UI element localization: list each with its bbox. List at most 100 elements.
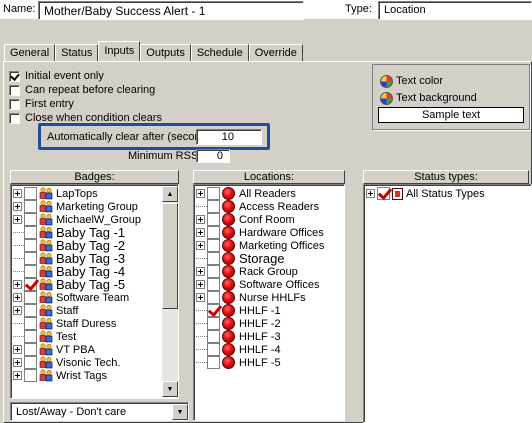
tree-item-checkbox[interactable] bbox=[207, 265, 220, 278]
tree-item-checkbox[interactable] bbox=[24, 213, 37, 226]
tree-item[interactable]: Nurse HHLFs bbox=[196, 291, 342, 304]
first-entry-option[interactable]: First entry bbox=[9, 97, 162, 111]
expand-plus-icon[interactable] bbox=[196, 293, 205, 302]
tree-item-checkbox[interactable] bbox=[377, 187, 390, 200]
tree-item[interactable]: Staff Duress bbox=[13, 317, 161, 330]
tree-item[interactable]: Rack Group bbox=[196, 265, 342, 278]
tab-inputs[interactable]: Inputs bbox=[98, 41, 141, 61]
expand-plus-icon[interactable] bbox=[13, 189, 22, 198]
expand-plus-icon[interactable] bbox=[196, 215, 205, 224]
tree-item[interactable]: All Readers bbox=[196, 187, 342, 200]
tab-schedule[interactable]: Schedule bbox=[190, 44, 249, 61]
expand-plus-icon[interactable] bbox=[13, 371, 22, 380]
min-rssi-input[interactable]: 0 bbox=[196, 149, 230, 163]
initial-event-only-option[interactable]: Initial event only bbox=[9, 69, 162, 83]
tree-item-checkbox[interactable] bbox=[24, 226, 37, 239]
tree-item[interactable]: Test bbox=[13, 330, 161, 343]
badge-state-dropdown[interactable]: Lost/Away - Don't care bbox=[10, 402, 189, 421]
tree-item-checkbox[interactable] bbox=[207, 187, 220, 200]
scroll-thumb[interactable] bbox=[162, 203, 178, 309]
text-color-button[interactable]: Text color bbox=[380, 74, 443, 88]
locations-list[interactable]: All Readers Access Readers Conf Room Hardwa… bbox=[196, 186, 342, 419]
scroll-up-icon[interactable]: ▲ bbox=[162, 186, 178, 202]
tab-strip: General Status Inputs Outputs Schedule O… bbox=[4, 41, 303, 61]
tree-item-checkbox[interactable] bbox=[24, 369, 37, 382]
tree-item[interactable]: Hardware Offices bbox=[196, 226, 342, 239]
badges-list[interactable]: LapTops Marketing Group MichaelW_Group Baby… bbox=[13, 186, 161, 397]
tree-item-checkbox[interactable] bbox=[207, 213, 220, 226]
expand-plus-icon[interactable] bbox=[13, 215, 22, 224]
tree-item-checkbox[interactable] bbox=[24, 278, 37, 291]
initial-event-only-checkbox[interactable] bbox=[9, 70, 20, 82]
tree-item-checkbox[interactable] bbox=[207, 291, 220, 304]
tree-item[interactable]: Storage bbox=[196, 251, 342, 266]
tree-item-checkbox[interactable] bbox=[24, 356, 37, 369]
scroll-down-icon[interactable]: ▼ bbox=[162, 381, 178, 397]
tree-item[interactable]: Software Offices bbox=[196, 278, 342, 291]
tree-item[interactable]: VT PBA bbox=[13, 343, 161, 356]
auto-clear-input[interactable]: 10 bbox=[196, 129, 262, 145]
tab-override[interactable]: Override bbox=[248, 44, 303, 61]
tree-item[interactable]: All Status Types bbox=[366, 187, 530, 200]
tree-item-checkbox[interactable] bbox=[24, 187, 37, 200]
expand-plus-icon[interactable] bbox=[196, 189, 205, 198]
chevron-down-icon[interactable]: ▼ bbox=[172, 404, 188, 420]
tree-item-checkbox[interactable] bbox=[24, 343, 37, 356]
expand-plus-icon[interactable] bbox=[196, 280, 205, 289]
can-repeat-option[interactable]: Can repeat before clearing bbox=[9, 83, 162, 97]
tree-item-checkbox[interactable] bbox=[24, 291, 37, 304]
tree-item-checkbox[interactable] bbox=[207, 226, 220, 239]
expand-plus-icon[interactable] bbox=[13, 306, 22, 315]
expand-plus-icon[interactable] bbox=[366, 189, 375, 198]
tree-item-checkbox[interactable] bbox=[207, 304, 220, 317]
first-entry-checkbox[interactable] bbox=[9, 98, 20, 110]
tree-item-checkbox[interactable] bbox=[207, 200, 220, 213]
close-when-clears-checkbox[interactable] bbox=[9, 112, 20, 124]
tree-item-checkbox[interactable] bbox=[207, 239, 220, 252]
expand-plus-icon[interactable] bbox=[13, 293, 22, 302]
expand-plus-icon[interactable] bbox=[196, 267, 205, 276]
expand-plus-icon[interactable] bbox=[13, 202, 22, 211]
tree-item-checkbox[interactable] bbox=[24, 200, 37, 213]
name-field[interactable]: Mother/Baby Success Alert - 1 bbox=[38, 1, 304, 20]
tree-item-checkbox[interactable] bbox=[207, 330, 220, 343]
expand-plus-icon[interactable] bbox=[196, 228, 205, 237]
type-field[interactable]: Location bbox=[378, 1, 532, 20]
tree-item[interactable]: Conf Room bbox=[196, 213, 342, 226]
tree-item[interactable]: HHLF -2 bbox=[196, 317, 342, 330]
tree-item[interactable]: Marketing Group bbox=[13, 200, 161, 213]
tree-item[interactable]: Staff bbox=[13, 304, 161, 317]
tree-item[interactable]: LapTops bbox=[13, 187, 161, 200]
expand-plus-icon[interactable] bbox=[13, 358, 22, 367]
tree-item-checkbox[interactable] bbox=[207, 356, 220, 369]
tree-item[interactable]: Access Readers bbox=[196, 200, 342, 213]
tree-item[interactable]: HHLF -3 bbox=[196, 330, 342, 343]
expand-plus-icon[interactable] bbox=[13, 345, 22, 354]
tree-item[interactable]: Wrist Tags bbox=[13, 369, 161, 382]
status-types-list[interactable]: All Status Types bbox=[366, 186, 530, 421]
tree-item[interactable]: Visonic Tech. bbox=[13, 356, 161, 369]
tree-item-checkbox[interactable] bbox=[24, 239, 37, 252]
tree-item-checkbox[interactable] bbox=[24, 317, 37, 330]
text-background-button[interactable]: Text background bbox=[380, 91, 477, 105]
tree-item[interactable]: Baby Tag -5 bbox=[13, 277, 161, 292]
badges-scrollbar[interactable]: ▲ ▼ bbox=[162, 186, 178, 397]
tree-item-checkbox[interactable] bbox=[24, 304, 37, 317]
tab-general[interactable]: General bbox=[4, 44, 56, 61]
tab-status[interactable]: Status bbox=[55, 44, 99, 61]
tree-item-checkbox[interactable] bbox=[24, 330, 37, 343]
tree-item[interactable]: Software Team bbox=[13, 291, 161, 304]
tree-item-checkbox[interactable] bbox=[24, 265, 37, 278]
tree-item-checkbox[interactable] bbox=[24, 252, 37, 265]
tab-outputs[interactable]: Outputs bbox=[140, 44, 191, 61]
tree-item-checkbox[interactable] bbox=[207, 343, 220, 356]
tree-item-checkbox[interactable] bbox=[207, 317, 220, 330]
tree-item[interactable]: HHLF -4 bbox=[196, 343, 342, 356]
tree-item[interactable]: HHLF -5 bbox=[196, 356, 342, 369]
can-repeat-checkbox[interactable] bbox=[9, 84, 20, 96]
expand-plus-icon[interactable] bbox=[196, 241, 205, 250]
tree-item-checkbox[interactable] bbox=[207, 252, 220, 265]
expand-plus-icon[interactable] bbox=[13, 280, 22, 289]
tree-item[interactable]: HHLF -1 bbox=[196, 304, 342, 317]
tree-item-checkbox[interactable] bbox=[207, 278, 220, 291]
